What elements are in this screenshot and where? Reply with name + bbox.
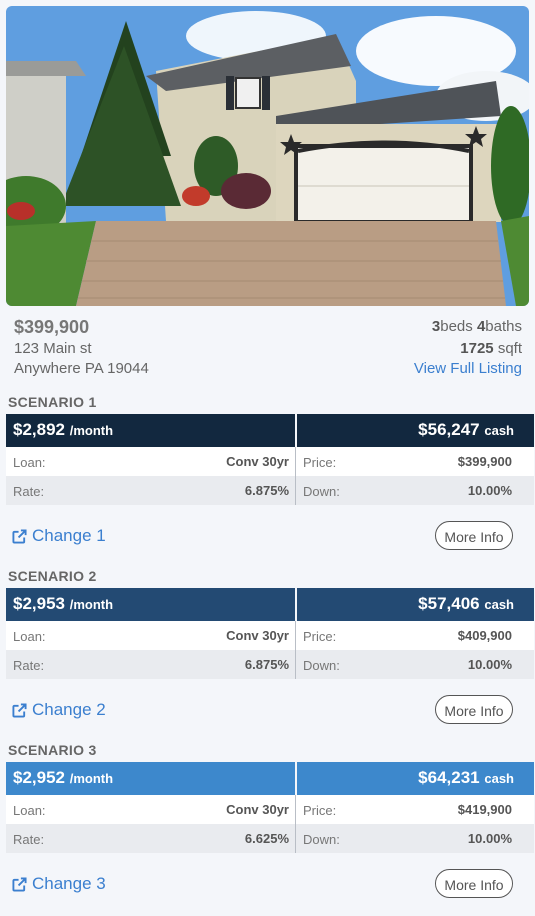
scenario-3: SCENARIO 3 $2,952 /month $64,231 cash Lo…	[0, 742, 535, 916]
down-value: 10.00%	[467, 831, 512, 846]
cash-needed-cell: $56,247 cash	[297, 414, 534, 447]
more-info-button[interactable]: More Info	[435, 695, 513, 724]
cash-needed: $56,247	[418, 420, 480, 439]
scenario-row-loan-price: Loan: Conv 30yr Price: $419,900	[6, 795, 534, 824]
external-link-icon	[12, 702, 27, 718]
scenario-row-loan-price: Loan: Conv 30yr Price: $399,900	[6, 447, 534, 476]
monthly-payment: $2,952	[13, 768, 65, 787]
sqft-value: 1725	[460, 340, 494, 357]
per-month-label: /month	[69, 771, 114, 786]
down-label: Down:	[303, 832, 340, 847]
scenario-summary-bar: $2,892 /month $56,247 cash	[6, 414, 534, 447]
scenario-2: SCENARIO 2 $2,953 /month $57,406 cash Lo…	[0, 568, 535, 742]
down-value: 10.00%	[467, 657, 512, 672]
change-label: Change 1	[32, 526, 106, 545]
beds-label: beds	[440, 318, 473, 335]
external-link-icon	[12, 876, 27, 892]
price-value: $399,900	[457, 454, 512, 469]
price-label: Price:	[303, 455, 337, 470]
price-value: $419,900	[457, 802, 512, 817]
monthly-payment-cell: $2,892 /month	[6, 414, 295, 447]
scenario-title: SCENARIO 2	[8, 568, 97, 584]
cash-label: cash	[484, 423, 514, 438]
per-month-label: /month	[69, 597, 114, 612]
view-full-listing-link[interactable]: View Full Listing	[414, 360, 522, 377]
cash-label: cash	[484, 597, 514, 612]
sqft-label: sqft	[497, 340, 522, 357]
monthly-payment: $2,892	[13, 420, 65, 439]
price-label: Price:	[303, 803, 337, 818]
cash-needed: $64,231	[418, 768, 480, 787]
house-photo	[6, 6, 529, 306]
listing-price: $399,900	[14, 317, 90, 337]
scenario-summary-bar: $2,953 /month $57,406 cash	[6, 588, 534, 621]
monthly-payment: $2,953	[13, 594, 65, 613]
listing-summary: $399,900 123 Main st Anywhere PA 19044 3…	[0, 312, 535, 382]
scenario-1: SCENARIO 1 $2,892 /month $56,247 cash Lo…	[0, 394, 535, 568]
loan-value: Conv 30yr	[226, 802, 289, 817]
change-scenario-1-link[interactable]: Change 1	[12, 526, 106, 546]
more-info-button[interactable]: More Info	[435, 869, 513, 898]
beds-count: 3	[431, 318, 441, 335]
scenario-summary-bar: $2,952 /month $64,231 cash	[6, 762, 534, 795]
loan-label: Loan:	[13, 455, 46, 470]
rate-value: 6.625%	[244, 831, 289, 846]
loan-label: Loan:	[13, 803, 46, 818]
beds-baths: 3beds 4baths	[432, 318, 522, 335]
down-label: Down:	[303, 484, 340, 499]
down-label: Down:	[303, 658, 340, 673]
cash-needed-cell: $57,406 cash	[297, 588, 534, 621]
loan-label: Loan:	[13, 629, 46, 644]
cash-label: cash	[484, 771, 514, 786]
external-link-icon	[12, 528, 27, 544]
per-month-label: /month	[69, 423, 114, 438]
scenario-title: SCENARIO 3	[8, 742, 97, 758]
scenario-row-rate-down: Rate: 6.875% Down: 10.00%	[6, 476, 534, 505]
scenario-row-rate-down: Rate: 6.875% Down: 10.00%	[6, 650, 534, 679]
price-value: $409,900	[457, 628, 512, 643]
rate-label: Rate:	[13, 658, 45, 673]
loan-value: Conv 30yr	[226, 454, 289, 469]
baths-label: baths	[485, 318, 522, 335]
rate-label: Rate:	[13, 484, 45, 499]
loan-value: Conv 30yr	[226, 628, 289, 643]
down-value: 10.00%	[467, 483, 512, 498]
address-line-2: Anywhere PA 19044	[14, 360, 149, 377]
rate-value: 6.875%	[244, 657, 289, 672]
change-scenario-3-link[interactable]: Change 3	[12, 874, 106, 894]
square-footage: 1725 sqft	[460, 340, 522, 357]
rate-label: Rate:	[13, 832, 45, 847]
cash-needed-cell: $64,231 cash	[297, 762, 534, 795]
scenario-row-loan-price: Loan: Conv 30yr Price: $409,900	[6, 621, 534, 650]
change-label: Change 2	[32, 700, 106, 719]
change-scenario-2-link[interactable]: Change 2	[12, 700, 106, 720]
cash-needed: $57,406	[418, 594, 480, 613]
address-line-1: 123 Main st	[14, 340, 92, 357]
price-label: Price:	[303, 629, 337, 644]
change-label: Change 3	[32, 874, 106, 893]
more-info-button[interactable]: More Info	[435, 521, 513, 550]
scenario-title: SCENARIO 1	[8, 394, 97, 410]
monthly-payment-cell: $2,952 /month	[6, 762, 295, 795]
rate-value: 6.875%	[244, 483, 289, 498]
scenario-row-rate-down: Rate: 6.625% Down: 10.00%	[6, 824, 534, 853]
monthly-payment-cell: $2,953 /month	[6, 588, 295, 621]
